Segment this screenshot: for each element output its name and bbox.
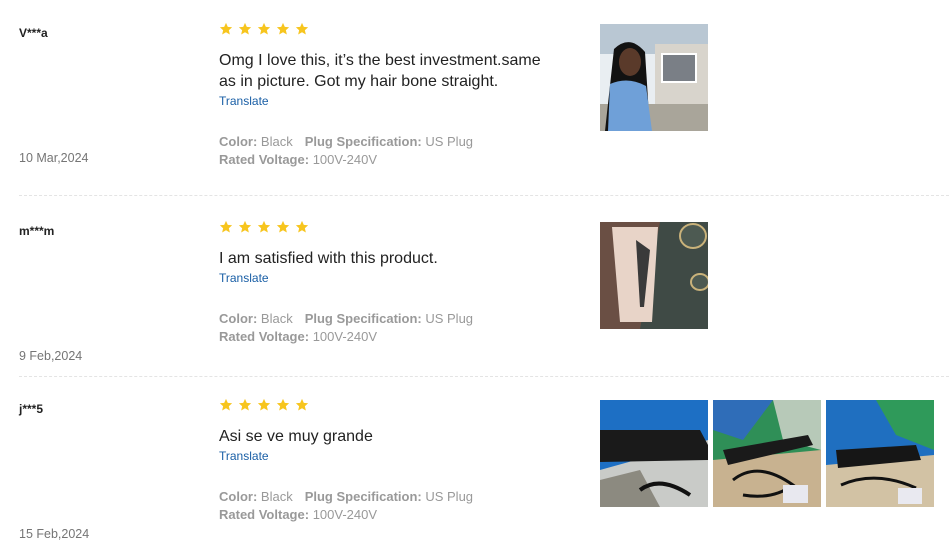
plug-value: US Plug [425, 311, 474, 326]
review-date: 15 Feb,2024 [19, 527, 90, 541]
star-rating [219, 398, 309, 412]
plug-label: Plug Specification: [304, 489, 422, 504]
reviewer-name: j***5 [19, 402, 44, 416]
star-icon [295, 22, 309, 36]
star-icon [295, 220, 309, 234]
translate-link[interactable]: Translate [219, 269, 559, 287]
voltage-value: 100V-240V [312, 329, 378, 344]
review-photo[interactable] [600, 400, 708, 507]
review-text-block: Omg I love this, it’s the best investmen… [219, 50, 559, 110]
star-icon [219, 398, 233, 412]
voltage-value: 100V-240V [312, 152, 378, 167]
star-rating [219, 220, 309, 234]
star-icon [219, 22, 233, 36]
color-value: Black [260, 311, 293, 326]
star-icon [238, 398, 252, 412]
star-icon [257, 22, 271, 36]
review-item: m***m 9 Feb,2024 I am satisfied with thi… [0, 198, 949, 377]
color-label: Color: [219, 134, 258, 149]
color-value: Black [260, 489, 293, 504]
star-icon [295, 398, 309, 412]
review-text-block: Asi se ve muy grande Translate [219, 426, 559, 465]
star-rating [219, 22, 309, 36]
review-photos [600, 400, 934, 507]
review-photo[interactable] [826, 400, 934, 507]
star-icon [238, 220, 252, 234]
product-specs: Color: Black Plug Specification: US Plug … [219, 310, 473, 346]
plug-value: US Plug [425, 134, 474, 149]
product-specs: Color: Black Plug Specification: US Plug … [219, 488, 473, 524]
review-date: 9 Feb,2024 [19, 349, 83, 363]
voltage-label: Rated Voltage: [219, 329, 310, 344]
star-icon [238, 22, 252, 36]
voltage-label: Rated Voltage: [219, 152, 310, 167]
plug-label: Plug Specification: [304, 134, 422, 149]
reviewer-name: V***a [19, 26, 48, 40]
plug-label: Plug Specification: [304, 311, 422, 326]
color-label: Color: [219, 489, 258, 504]
star-icon [276, 220, 290, 234]
color-value: Black [260, 134, 293, 149]
translate-link[interactable]: Translate [219, 92, 559, 110]
review-photos [600, 222, 708, 329]
review-photo[interactable] [600, 24, 708, 131]
review-text-block: I am satisfied with this product. Transl… [219, 248, 559, 287]
review-item: V***a 10 Mar,2024 Omg I love this, it’s … [0, 0, 949, 196]
voltage-value: 100V-240V [312, 507, 378, 522]
review-text: I am satisfied with this product. [219, 250, 438, 267]
review-item: j***5 15 Feb,2024 Asi se ve muy grande T… [0, 376, 949, 554]
star-icon [276, 22, 290, 36]
star-icon [276, 398, 290, 412]
product-specs: Color: Black Plug Specification: US Plug … [219, 133, 473, 169]
translate-link[interactable]: Translate [219, 447, 559, 465]
divider [19, 195, 949, 196]
reviewer-name: m***m [19, 224, 55, 238]
review-photos [600, 24, 708, 131]
review-date: 10 Mar,2024 [19, 151, 89, 165]
star-icon [219, 220, 233, 234]
review-photo[interactable] [600, 222, 708, 329]
star-icon [257, 398, 271, 412]
review-text: Asi se ve muy grande [219, 428, 373, 445]
voltage-label: Rated Voltage: [219, 507, 310, 522]
color-label: Color: [219, 311, 258, 326]
review-text: Omg I love this, it’s the best investmen… [219, 52, 541, 90]
plug-value: US Plug [425, 489, 474, 504]
star-icon [257, 220, 271, 234]
review-photo[interactable] [713, 400, 821, 507]
